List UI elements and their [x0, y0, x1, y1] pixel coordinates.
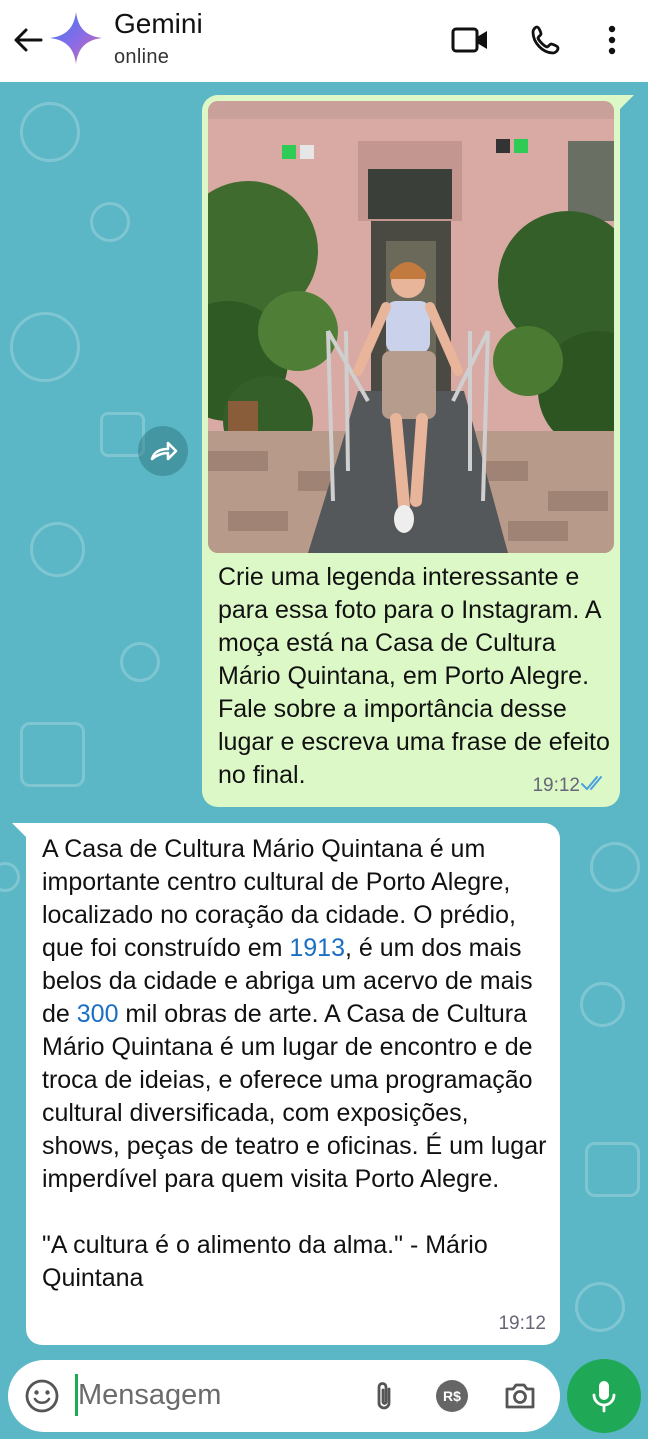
attach-icon[interactable] — [366, 1378, 402, 1414]
year-link[interactable]: 1913 — [289, 934, 345, 962]
quote-text: "A cultura é o alimento da alma." - Mári… — [42, 1231, 488, 1292]
payment-icon[interactable]: R$ — [434, 1378, 470, 1414]
more-vert-icon[interactable] — [590, 18, 634, 62]
message-text-part: mil obras de arte. A Casa de Cultura Már… — [42, 1000, 547, 1193]
microphone-button[interactable] — [567, 1359, 641, 1433]
contact-name: Gemini — [114, 8, 203, 39]
voice-call-icon[interactable] — [524, 18, 568, 62]
contact-status: online — [114, 46, 170, 68]
outgoing-message-text: Crie uma legenda interessante e para ess… — [218, 563, 610, 789]
video-call-icon[interactable] — [448, 18, 492, 62]
message-photo[interactable] — [208, 101, 614, 553]
outgoing-message[interactable]: Crie uma legenda interessante e para ess… — [202, 95, 634, 807]
gemini-sparkle-icon[interactable] — [48, 10, 104, 66]
back-arrow-icon[interactable] — [8, 20, 48, 60]
number-link[interactable]: 300 — [77, 1000, 119, 1028]
message-composer: R$ — [8, 1360, 560, 1432]
incoming-message-text: A Casa de Cultura Mário Quintana é um im… — [42, 833, 548, 1295]
currency-label: R$ — [443, 1388, 461, 1404]
message-time: 19:12 — [532, 775, 580, 796]
forward-icon[interactable] — [138, 426, 188, 476]
contact-info[interactable]: Gemini online — [114, 8, 203, 69]
message-time: 19:12 — [498, 1313, 546, 1334]
camera-icon[interactable] — [502, 1378, 538, 1414]
microphone-icon — [592, 1381, 616, 1413]
chat-header: Gemini online — [0, 0, 648, 82]
read-receipt-icon — [580, 774, 608, 797]
emoji-icon[interactable] — [24, 1378, 60, 1414]
incoming-message[interactable]: A Casa de Cultura Mário Quintana é um im… — [12, 823, 560, 1345]
message-input[interactable] — [78, 1370, 348, 1420]
